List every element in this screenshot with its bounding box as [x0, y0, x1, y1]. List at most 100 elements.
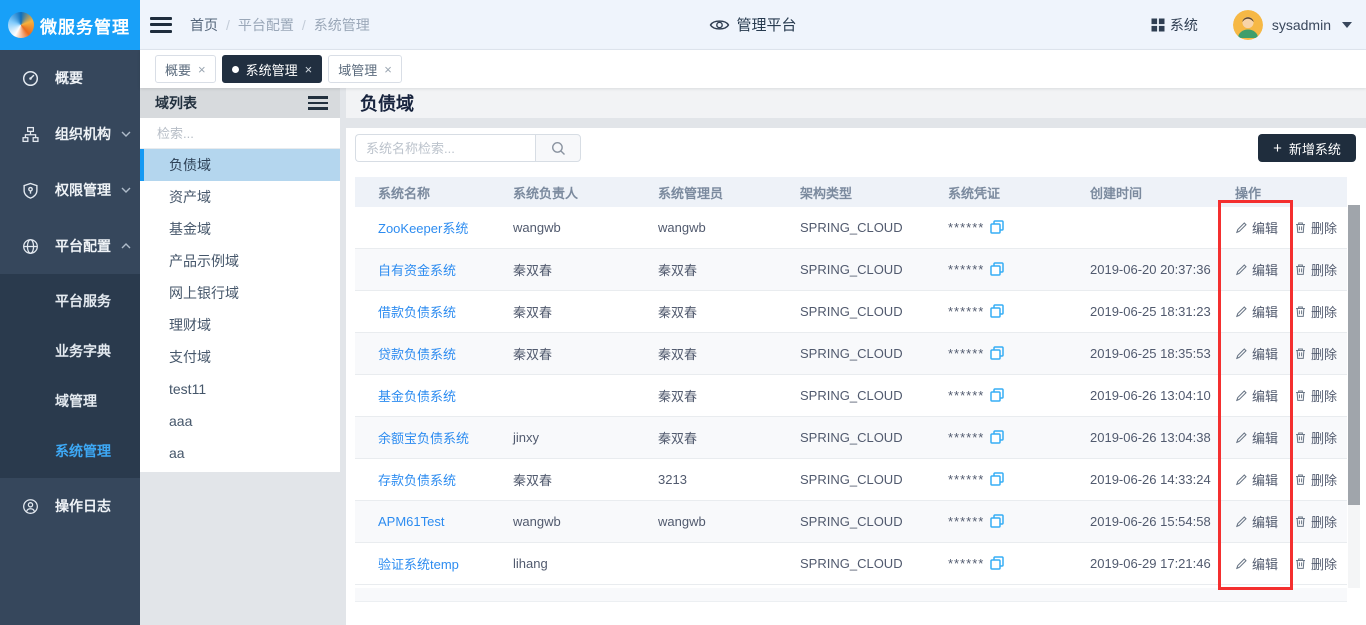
domain-list-item[interactable]: 基金域 — [140, 213, 340, 245]
copy-credential-button[interactable] — [990, 472, 1004, 486]
table-row: 验证系统templihangSPRING_CLOUD******2019-06-… — [355, 543, 1347, 585]
system-name-cell: 验证系统temp — [355, 554, 490, 573]
copy-credential-button[interactable] — [990, 220, 1004, 234]
sidebar-item-label: 概要 — [55, 68, 83, 88]
scrollbar-thumb[interactable] — [1348, 205, 1360, 505]
edit-button[interactable]: 编辑 — [1235, 344, 1278, 363]
system-name-cell: 基金负债系统 — [355, 386, 490, 405]
tab-label: 域管理 — [338, 60, 377, 79]
copy-credential-button[interactable] — [990, 430, 1004, 444]
system-name-link[interactable]: ZooKeeper系统 — [378, 221, 468, 236]
copy-credential-button[interactable] — [990, 346, 1004, 360]
edit-button[interactable]: 编辑 — [1235, 260, 1278, 279]
copy-credential-button[interactable] — [990, 304, 1004, 318]
breadcrumb-home[interactable]: 首页 — [190, 15, 218, 35]
edit-button[interactable]: 编辑 — [1235, 470, 1278, 489]
system-name-cell: 借款负债系统 — [355, 302, 490, 321]
system-owner-cell: 秦双春 — [490, 470, 635, 489]
table-row: 存款负债系统秦双春3213SPRING_CLOUD******2019-06-2… — [355, 459, 1347, 501]
system-name-link[interactable]: 贷款负债系统 — [378, 347, 456, 362]
edit-button[interactable]: 编辑 — [1235, 512, 1278, 531]
collapse-menu-icon[interactable] — [150, 17, 172, 33]
domain-panel-menu-icon[interactable] — [308, 96, 328, 110]
system-name-link[interactable]: 存款负债系统 — [378, 473, 456, 488]
domain-list-item[interactable]: 产品示例域 — [140, 245, 340, 277]
delete-button[interactable]: 删除 — [1294, 302, 1337, 321]
sidebar-subitem-platform-services[interactable]: 平台服务 — [0, 276, 140, 326]
system-menu-entry[interactable]: 系统 — [1151, 15, 1198, 35]
sidebar-item-permissions[interactable]: 权限管理 — [0, 162, 140, 218]
breadcrumb-platform-config[interactable]: 平台配置 — [238, 15, 294, 35]
user-dropdown-caret-icon[interactable] — [1342, 22, 1352, 28]
edit-button[interactable]: 编辑 — [1235, 302, 1278, 321]
system-name-link[interactable]: 余额宝负债系统 — [378, 431, 469, 446]
domain-list-item[interactable]: 负债域 — [140, 149, 340, 181]
delete-button[interactable]: 删除 — [1294, 554, 1337, 573]
created-time-cell: 2019-06-25 18:35:53 — [1067, 346, 1215, 361]
delete-button[interactable]: 删除 — [1294, 218, 1337, 237]
system-name-link[interactable]: APM61Test — [378, 514, 444, 529]
domain-list-item[interactable]: aa — [140, 437, 340, 469]
credential-cell: ****** — [925, 472, 1067, 487]
system-search-input[interactable] — [355, 134, 535, 162]
domain-list-item[interactable]: test11 — [140, 373, 340, 405]
pencil-icon — [1235, 557, 1248, 570]
arch-type-cell: SPRING_CLOUD — [777, 472, 925, 487]
username-label[interactable]: sysadmin — [1272, 17, 1331, 33]
sidebar-subitem-business-dictionary[interactable]: 业务字典 — [0, 326, 140, 376]
system-owner-cell: lihang — [490, 556, 635, 571]
system-name-link[interactable]: 自有资金系统 — [378, 263, 456, 278]
shield-icon — [22, 182, 39, 199]
delete-button[interactable]: 删除 — [1294, 344, 1337, 363]
sidebar-item-operation-log[interactable]: 操作日志 — [0, 478, 140, 534]
sidebar-item-organization[interactable]: 组织机构 — [0, 106, 140, 162]
delete-button[interactable]: 删除 — [1294, 386, 1337, 405]
domain-list-item[interactable]: 网上银行域 — [140, 277, 340, 309]
close-icon[interactable]: × — [384, 62, 392, 77]
edit-button[interactable]: 编辑 — [1235, 428, 1278, 447]
tab-overview[interactable]: 概要 × — [155, 55, 216, 83]
domain-list-item[interactable]: 理财域 — [140, 309, 340, 341]
arch-type-cell: SPRING_CLOUD — [777, 514, 925, 529]
domain-list-item[interactable]: 支付域 — [140, 341, 340, 373]
domain-list-item[interactable]: aaa — [140, 405, 340, 437]
breadcrumb-system-mgmt: 系统管理 — [314, 15, 370, 35]
avatar[interactable] — [1233, 10, 1263, 40]
tab-system-mgmt[interactable]: 系统管理 × — [222, 55, 323, 83]
delete-button[interactable]: 删除 — [1294, 470, 1337, 489]
edit-button[interactable]: 编辑 — [1235, 554, 1278, 573]
tab-domain-mgmt[interactable]: 域管理 × — [328, 55, 402, 83]
system-name-link[interactable]: 基金负债系统 — [378, 389, 456, 404]
system-owner-cell: 秦双春 — [490, 344, 635, 363]
copy-icon — [990, 472, 1004, 486]
systems-card: + 新增系统 系统名称 系统负责人 系统管理员 架构类型 系统凭证 创建时间 操… — [346, 128, 1366, 625]
delete-button[interactable]: 删除 — [1294, 428, 1337, 447]
sidebar: 概要 组织机构 权限管理 平台配置 平台服务 业务字典 域管理 系统管理 操作日… — [0, 50, 140, 625]
edit-button[interactable]: 编辑 — [1235, 218, 1278, 237]
edit-button[interactable]: 编辑 — [1235, 386, 1278, 405]
domain-list-item[interactable]: 资产域 — [140, 181, 340, 213]
system-name-link[interactable]: 借款负债系统 — [378, 305, 456, 320]
sidebar-item-overview[interactable]: 概要 — [0, 50, 140, 106]
domain-search-input[interactable] — [155, 125, 335, 142]
sidebar-subitem-domain-mgmt[interactable]: 域管理 — [0, 376, 140, 426]
actions-cell: 编辑删除 — [1215, 554, 1347, 573]
close-icon[interactable]: × — [305, 62, 313, 77]
pencil-icon — [1235, 431, 1248, 444]
copy-credential-button[interactable] — [990, 556, 1004, 570]
search-button[interactable] — [535, 134, 581, 162]
table-scrollbar[interactable] — [1348, 205, 1360, 588]
system-owner-cell: 秦双春 — [490, 302, 635, 321]
copy-credential-button[interactable] — [990, 388, 1004, 402]
sidebar-subitem-system-mgmt[interactable]: 系统管理 — [0, 426, 140, 476]
system-name-link[interactable]: 验证系统temp — [378, 557, 459, 572]
close-icon[interactable]: × — [198, 62, 206, 77]
delete-button[interactable]: 删除 — [1294, 260, 1337, 279]
credential-mask: ****** — [948, 262, 984, 277]
sidebar-item-platform-config[interactable]: 平台配置 — [0, 218, 140, 274]
delete-button[interactable]: 删除 — [1294, 512, 1337, 531]
plus-icon: + — [1273, 141, 1282, 156]
add-system-button[interactable]: + 新增系统 — [1258, 134, 1356, 162]
copy-credential-button[interactable] — [990, 514, 1004, 528]
copy-credential-button[interactable] — [990, 262, 1004, 276]
